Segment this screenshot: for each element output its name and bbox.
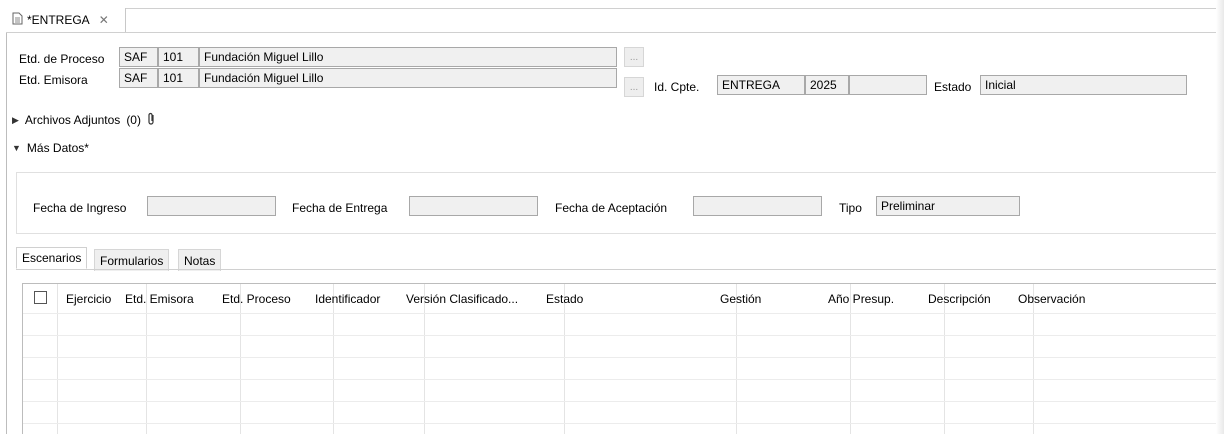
- tipo-field: Preliminar: [876, 196, 1020, 216]
- fecha-aceptacion-label: Fecha de Aceptación: [555, 201, 668, 215]
- emisora-lookup-button[interactable]: ...: [624, 77, 644, 97]
- close-icon[interactable]: ✕: [99, 13, 109, 27]
- table-row: [23, 423, 1222, 424]
- estado-field: Inicial: [980, 75, 1187, 95]
- column-header-etd-emisora[interactable]: Etd. Emisora: [120, 284, 194, 313]
- tipo-label: Tipo: [839, 201, 862, 215]
- table-column: [564, 284, 737, 434]
- table-row: [23, 335, 1222, 336]
- column-header-estado[interactable]: Estado: [541, 284, 583, 313]
- table-row: [23, 313, 1222, 314]
- tab-escenarios[interactable]: Escenarios: [16, 247, 88, 269]
- editor-tab[interactable]: *ENTREGA ✕: [6, 8, 126, 32]
- id-cpte-label: Id. Cpte.: [654, 80, 700, 94]
- estado-label: Estado: [934, 80, 972, 94]
- fecha-ingreso-field[interactable]: [147, 196, 276, 216]
- editor-tab-title: *ENTREGA: [27, 13, 90, 27]
- adjuntos-label: Archivos Adjuntos: [24, 113, 121, 127]
- emisora-code-field[interactable]: SAF: [119, 68, 158, 88]
- tab-notas[interactable]: Notas: [178, 249, 222, 271]
- table-row: [23, 401, 1222, 402]
- proceso-name-field[interactable]: Fundación Miguel Lillo: [199, 47, 617, 67]
- column-header-observacion[interactable]: Observación: [1013, 284, 1085, 313]
- id-cpte-number-field[interactable]: [849, 75, 927, 95]
- proceso-label: Etd. de Proceso: [19, 52, 105, 66]
- proceso-lookup-button[interactable]: ...: [624, 47, 644, 67]
- tab-formularios[interactable]: Formularios: [94, 249, 170, 271]
- proceso-code-field[interactable]: SAF: [119, 47, 158, 67]
- escenarios-table: Ejercicio Etd. Emisora Etd. Proceso Iden…: [22, 283, 1222, 434]
- table-row: [23, 379, 1222, 380]
- tabs-divider: [16, 269, 1222, 270]
- emisora-name-field[interactable]: Fundación Miguel Lillo: [199, 68, 617, 88]
- paperclip-icon: [147, 112, 156, 129]
- column-header-version-clasificador[interactable]: Versión Clasificado...: [401, 284, 518, 313]
- column-header-ano-presup[interactable]: Año Presup.: [823, 284, 894, 313]
- mas-datos-section-toggle[interactable]: ▼ Más Datos*: [12, 139, 89, 157]
- column-header-identificador[interactable]: Identificador: [310, 284, 380, 313]
- column-header-descripcion[interactable]: Descripción: [923, 284, 991, 313]
- adjuntos-count: (0): [126, 113, 141, 127]
- fecha-aceptacion-field[interactable]: [693, 196, 822, 216]
- document-icon: [12, 12, 23, 28]
- table-row: [23, 357, 1222, 358]
- id-cpte-type-field[interactable]: ENTREGA: [717, 75, 805, 95]
- fecha-ingreso-label: Fecha de Ingreso: [33, 201, 127, 215]
- select-all-checkbox[interactable]: [34, 291, 47, 304]
- fecha-entrega-field[interactable]: [409, 196, 538, 216]
- mas-datos-label: Más Datos*: [26, 141, 89, 155]
- triangle-right-icon: ▶: [12, 114, 19, 125]
- column-header-ejercicio[interactable]: Ejercicio: [61, 284, 111, 313]
- table-column: [23, 284, 58, 434]
- adjuntos-section-toggle[interactable]: ▶ Archivos Adjuntos (0): [12, 111, 156, 129]
- emisora-number-field[interactable]: 101: [158, 68, 199, 88]
- triangle-down-icon: ▼: [12, 143, 21, 153]
- fecha-entrega-label: Fecha de Entrega: [292, 201, 388, 215]
- column-header-etd-proceso[interactable]: Etd. Proceso: [217, 284, 291, 313]
- window-edge-shadow: [1216, 0, 1224, 434]
- emisora-label: Etd. Emisora: [19, 73, 88, 87]
- tab-divider: [6, 32, 1218, 33]
- column-header-gestion[interactable]: Gestión: [715, 284, 761, 313]
- proceso-number-field[interactable]: 101: [158, 47, 199, 67]
- id-cpte-year-field[interactable]: 2025: [805, 75, 849, 95]
